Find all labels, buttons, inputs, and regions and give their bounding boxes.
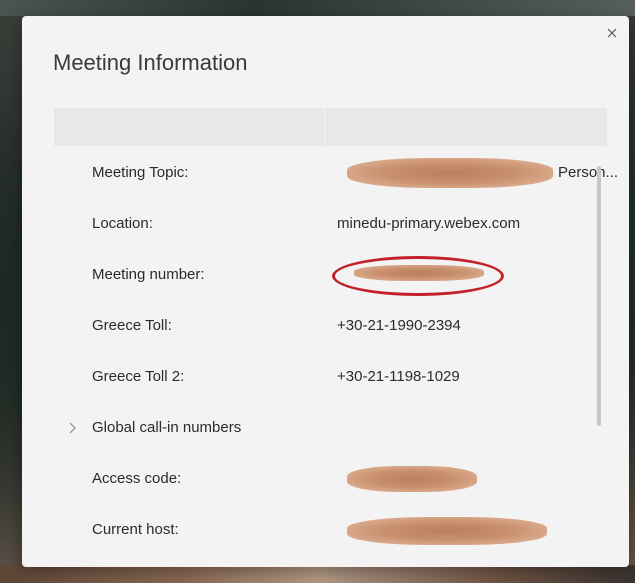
- row-global-call-in[interactable]: Global call-in numbers: [54, 402, 607, 453]
- scrollbar[interactable]: [597, 166, 601, 426]
- row-greece-toll-2: Greece Toll 2: +30-21-1198-1029: [54, 351, 607, 402]
- info-table: Meeting Topic: Person... Location: mined…: [54, 147, 618, 555]
- row-location: Location: minedu-primary.webex.com: [54, 198, 607, 249]
- meeting-topic-label: Meeting Topic:: [92, 164, 189, 181]
- greece-toll-2-label: Greece Toll 2:: [92, 368, 185, 385]
- current-host-redaction: [347, 517, 547, 545]
- background-top: [0, 0, 635, 16]
- row-current-host: Current host:: [54, 504, 607, 555]
- location-value: minedu-primary.webex.com: [337, 215, 521, 232]
- greece-toll-2-value: +30-21-1198-1029: [337, 368, 460, 385]
- close-icon: [607, 28, 617, 38]
- greece-toll-value: +30-21-1990-2394: [337, 317, 461, 334]
- meeting-topic-value: Person...: [558, 164, 619, 181]
- location-label: Location:: [92, 215, 153, 232]
- annotation-circle: [332, 256, 504, 296]
- header-divider: [324, 108, 325, 146]
- background-bottom: [0, 565, 635, 583]
- row-access-code: Access code:: [54, 453, 607, 504]
- chevron-right-icon[interactable]: [66, 421, 80, 435]
- row-greece-toll: Greece Toll: +30-21-1990-2394: [54, 300, 607, 351]
- current-host-label: Current host:: [92, 521, 179, 538]
- global-call-in-label[interactable]: Global call-in numbers: [92, 419, 241, 436]
- greece-toll-label: Greece Toll:: [92, 317, 172, 334]
- row-meeting-topic: Meeting Topic: Person...: [54, 147, 618, 198]
- table-header: [54, 108, 607, 146]
- close-button[interactable]: [601, 22, 623, 44]
- meeting-information-dialog: Meeting Information Meeting Topic: Perso…: [22, 16, 629, 567]
- row-meeting-number: Meeting number:: [54, 249, 607, 300]
- access-code-label: Access code:: [92, 470, 182, 487]
- access-code-redaction: [347, 466, 477, 492]
- dialog-title: Meeting Information: [53, 50, 248, 75]
- meeting-topic-redaction: [347, 158, 553, 188]
- meeting-number-label: Meeting number:: [92, 266, 205, 283]
